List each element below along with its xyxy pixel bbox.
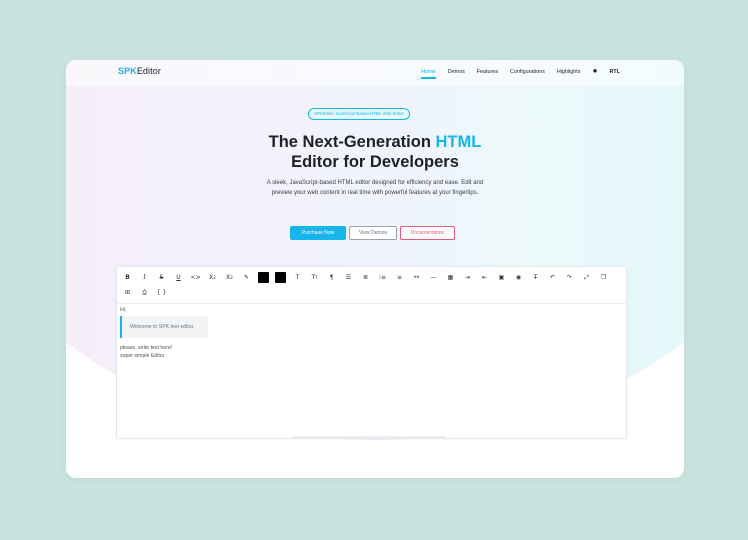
toolbar-row-2: ⊞ ⎙ { } — [119, 285, 624, 300]
highlighter-icon[interactable]: ✎ — [238, 270, 255, 285]
editor-toolbar: B I S U <> X2 X2 ✎ T TT ¶ ☰ ≣ ⁝≡ ≡ ⚯ — ▦ — [119, 270, 624, 300]
video-icon[interactable]: ◉ — [510, 270, 527, 285]
font-icon[interactable]: T — [289, 270, 306, 285]
bullet-list-icon[interactable]: ☰ — [340, 270, 357, 285]
code-icon[interactable]: <> — [187, 270, 204, 285]
nav-item-features[interactable]: Features — [477, 69, 498, 75]
hero-subtitle: A sleek, JavaScript-based HTML editor de… — [266, 180, 484, 196]
indent-icon[interactable]: ⇥ — [459, 270, 476, 285]
blockquote-text: Welcome to SPK text editor. — [130, 324, 195, 330]
italic-icon[interactable]: I — [136, 270, 153, 285]
toolbar-divider — [117, 303, 626, 304]
text-color-icon[interactable] — [255, 270, 272, 285]
clear-format-icon[interactable]: T̶ — [527, 270, 544, 285]
nav-item-highlights[interactable]: Highlights — [557, 69, 581, 75]
hero-title: The Next-Generation HTML Editor for Deve… — [66, 132, 684, 172]
fullscreen-icon[interactable]: ⤢ — [578, 270, 595, 285]
copy-icon[interactable]: ❐ — [595, 270, 612, 285]
hero-title-part1: The Next-Generation — [268, 133, 436, 151]
content-blockquote: Welcome to SPK text editor. — [120, 316, 208, 338]
hero-buttons: Purchase Now View Demos Documentation — [290, 226, 455, 240]
redo-icon[interactable]: ↷ — [561, 270, 578, 285]
editor-box: B I S U <> X2 X2 ✎ T TT ¶ ☰ ≣ ⁝≡ ≡ ⚯ — ▦ — [116, 266, 627, 439]
brand-logo[interactable]: SPKEditor — [118, 66, 161, 76]
font-size-icon[interactable]: TT — [306, 270, 323, 285]
content-line-2: please, write text here! — [120, 345, 173, 351]
content-line-hi: Hi, — [120, 307, 127, 313]
bold-icon[interactable]: B — [119, 270, 136, 285]
align-icon[interactable]: ≣ — [357, 270, 374, 285]
hero-badge: SPKEditor JavaScript-Based HTML Web Edit… — [308, 108, 410, 120]
undo-icon[interactable]: ↶ — [544, 270, 561, 285]
brand-suffix: Editor — [136, 66, 161, 76]
content-line-3: super simple Editor — [120, 353, 165, 359]
sun-icon[interactable]: ✹ — [592, 68, 597, 75]
strikethrough-icon[interactable]: S — [153, 270, 170, 285]
paragraph-icon[interactable]: ¶ — [323, 270, 340, 285]
editor-resize-handle[interactable] — [292, 436, 446, 438]
ordered-list-icon[interactable]: ⁝≡ — [374, 270, 391, 285]
image-icon[interactable]: ▣ — [493, 270, 510, 285]
top-navbar: SPKEditor Home Demos Features Configurat… — [66, 60, 684, 87]
hero-title-highlight: HTML — [435, 133, 482, 151]
outdent-icon[interactable]: ⇤ — [476, 270, 493, 285]
preview-icon[interactable]: ⊞ — [119, 285, 136, 300]
toolbar-row-1: B I S U <> X2 X2 ✎ T TT ¶ ☰ ≣ ⁝≡ ≡ ⚯ — ▦ — [119, 270, 624, 285]
purchase-now-button[interactable]: Purchase Now — [290, 226, 346, 240]
horizontal-rule-icon[interactable]: — — [425, 270, 442, 285]
background-color-icon[interactable] — [272, 270, 289, 285]
table-icon[interactable]: ▦ — [442, 270, 459, 285]
link-icon[interactable]: ⚯ — [408, 270, 425, 285]
nav-item-configurations[interactable]: Configurations — [510, 69, 545, 75]
app-frame: SPKEditor Home Demos Features Configurat… — [66, 60, 684, 478]
view-demos-button[interactable]: View Demos — [349, 226, 397, 240]
nav-item-home[interactable]: Home — [421, 69, 437, 79]
source-code-icon[interactable]: { } — [153, 285, 170, 300]
superscript-icon[interactable]: X2 — [221, 270, 238, 285]
underline-icon[interactable]: U — [170, 270, 187, 285]
nav-item-demos[interactable]: Demos — [448, 69, 465, 75]
brand-prefix: SPK — [118, 66, 137, 76]
subscript-icon[interactable]: X2 — [204, 270, 221, 285]
numbered-list-icon[interactable]: ≡ — [391, 270, 408, 285]
rtl-toggle[interactable]: RTL — [610, 69, 620, 75]
nav-menu: Home Demos Features Configurations Highl… — [421, 68, 620, 79]
hero-title-part2: Editor for Developers — [291, 153, 459, 171]
print-icon[interactable]: ⎙ — [136, 285, 153, 300]
documentation-button[interactable]: Documentation — [400, 226, 455, 240]
